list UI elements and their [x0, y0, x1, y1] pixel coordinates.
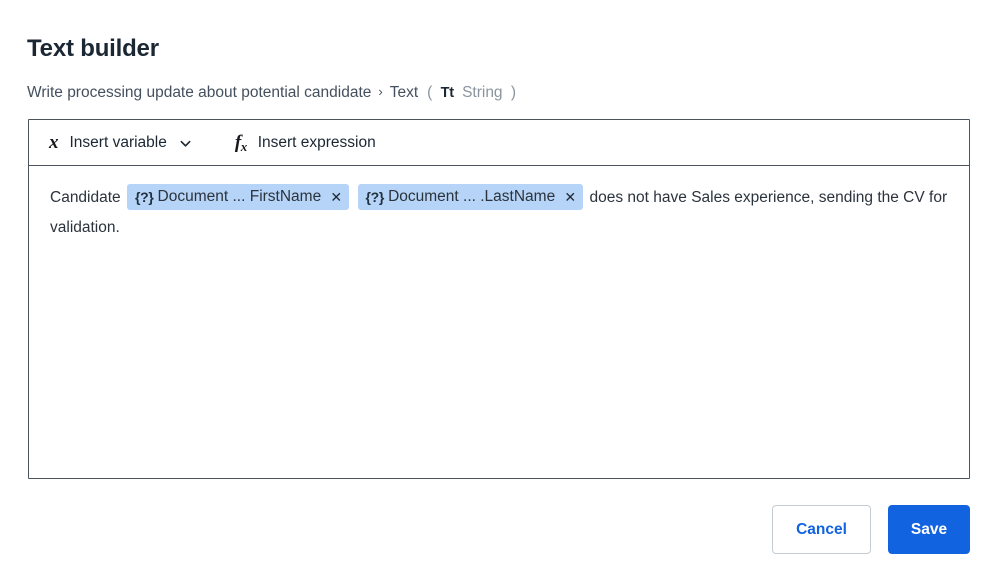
variable-brace-icon: {?}	[134, 189, 154, 205]
variable-chip[interactable]: {?} Document ... .LastName ✕	[357, 184, 584, 210]
text-builder-dialog: Text builder Write processing update abo…	[0, 0, 998, 584]
remove-variable-icon[interactable]: ✕	[330, 190, 342, 204]
type-paren-open: (	[427, 84, 433, 101]
variable-chip[interactable]: {?} Document ... FirstName ✕	[126, 184, 350, 210]
variable-x-icon: x	[49, 132, 59, 153]
dialog-footer: Cancel Save	[772, 505, 970, 554]
text-editor-area[interactable]: Candidate {?} Document ... FirstName ✕ {?}…	[29, 166, 969, 462]
breadcrumb-parent: Write processing update about potential …	[27, 84, 372, 101]
variable-brace-icon: {?}	[365, 189, 385, 205]
breadcrumb-separator-icon: ›	[378, 84, 383, 99]
insert-expression-button[interactable]: fx Insert expression	[235, 128, 376, 158]
text-type-icon: Tt	[440, 85, 454, 101]
cancel-button[interactable]: Cancel	[772, 505, 871, 554]
variable-chip-label: Document ... .LastName	[388, 188, 556, 205]
breadcrumb: Write processing update about potential …	[27, 82, 516, 104]
remove-variable-icon[interactable]: ✕	[564, 190, 576, 204]
insert-variable-button[interactable]: x Insert variable	[49, 128, 191, 158]
save-button[interactable]: Save	[888, 505, 970, 554]
chevron-down-icon	[180, 138, 191, 149]
editor-toolbar: x Insert variable fx Insert expression	[29, 120, 969, 166]
type-paren-close: )	[510, 84, 517, 101]
breadcrumb-leaf: Text	[389, 84, 419, 101]
insert-expression-label: Insert expression	[257, 133, 376, 151]
editor-text-run	[351, 189, 355, 206]
field-type-badge: ( Tt String )	[427, 82, 516, 104]
type-name: String	[462, 84, 503, 101]
page-title: Text builder	[27, 35, 159, 62]
variable-chip-label: Document ... FirstName	[157, 188, 322, 205]
function-fx-icon: fx	[234, 131, 247, 154]
insert-variable-label: Insert variable	[69, 133, 167, 151]
editor-text-run: Candidate	[50, 189, 125, 206]
editor-panel: x Insert variable fx Insert expression C…	[28, 119, 970, 479]
